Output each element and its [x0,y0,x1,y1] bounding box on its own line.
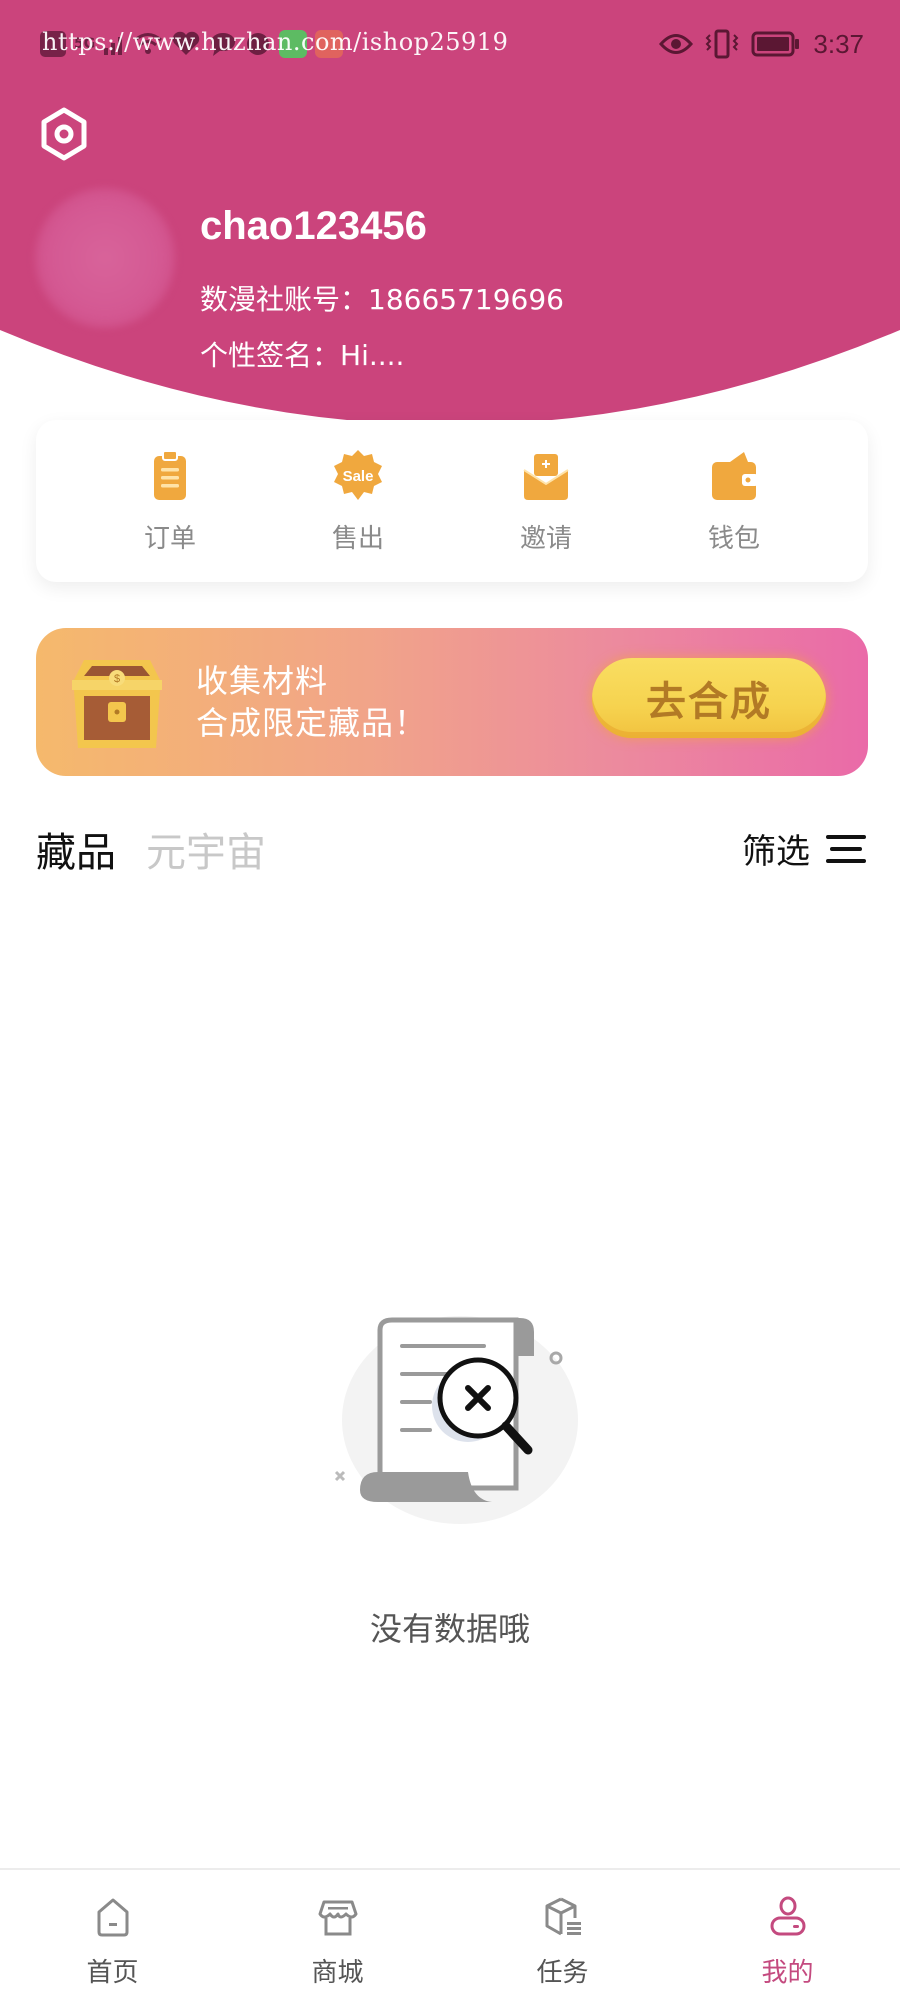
svg-text:$: $ [114,673,120,685]
nav-label: 我的 [761,1958,814,1988]
signature-text: Hi.... [340,339,405,372]
eye-icon [659,34,694,54]
signature-label: 个性签名： [200,339,341,372]
nav-label: 商城 [311,1958,364,1988]
settings-icon [41,107,87,161]
task-box-icon [545,1897,581,1936]
banner-text: 收集材料 合成限定藏品！ [196,660,427,744]
nav-label: 首页 [86,1958,139,1988]
go-compose-button[interactable]: 去合成 [592,658,826,738]
quick-action-label: 邀请 [519,523,572,554]
profile-icon [770,1896,805,1936]
wallet-icon [712,451,758,500]
filter-label: 筛选 [742,832,810,872]
status-icons-right: 3:37 [659,22,864,66]
account-line: 数漫社账号：18665719696 [200,278,564,318]
clock: 3:37 [813,28,864,59]
filter-button[interactable]: 筛选 [742,824,868,873]
status-bar: 5G https://www.huzhan.com/ishop25919 3:3… [0,22,900,66]
treasure-chest-icon: $ [72,660,162,748]
battery-icon [751,31,800,57]
quick-action-invite[interactable]: 邀请 [486,448,606,555]
filter-lines-icon [826,834,866,863]
quick-action-label: 售出 [331,523,384,554]
avatar[interactable] [35,188,175,328]
store-icon [318,1900,357,1936]
nav-profile[interactable]: 我的 [675,1870,900,2000]
quick-action-wallet[interactable]: 钱包 [674,448,794,555]
banner-line-2: 合成限定藏品！ [196,704,428,742]
empty-state-message: 没有数据哦 [369,1610,530,1648]
nav-home[interactable]: 首页 [0,1870,225,2000]
tab-metaverse[interactable]: 元宇宙 [146,820,266,878]
quick-action-label: 订单 [143,523,196,554]
nav-tasks[interactable]: 任务 [450,1870,675,2000]
account-number: 18665719696 [368,283,564,316]
banner-line-1: 收集材料 [196,662,329,700]
nav-store[interactable]: 商城 [225,1870,450,2000]
settings-button[interactable] [36,106,92,162]
order-clipboard-icon [154,449,186,500]
nav-label: 任务 [536,1958,589,1988]
profile-header: 5G https://www.huzhan.com/ishop25919 3:3… [0,0,900,440]
invite-envelope-icon [523,453,569,500]
signature-line: 个性签名：Hi.... [200,334,404,374]
quick-action-label: 钱包 [707,523,760,554]
url-watermark: https://www.huzhan.com/ishop25919 [42,28,509,56]
compose-banner[interactable]: $ 收集材料 合成限定藏品！ 去合成 [36,628,868,776]
username: chao123456 [200,204,427,248]
vibrate-icon [705,29,739,59]
quick-action-orders[interactable]: 订单 [110,448,230,555]
quick-action-sold[interactable]: Sale 售出 [298,448,418,555]
svg-text:Sale: Sale [343,468,374,485]
home-icon [97,1898,128,1937]
collection-tabs: 藏品 元宇宙 筛选 [36,820,868,882]
empty-search-illustration [334,1316,578,1524]
account-label: 数漫社账号： [200,283,369,316]
quick-actions-card: 订单 Sale 售出 邀请 钱包 [36,420,868,582]
sale-badge-icon: Sale [334,449,382,500]
tab-collectibles[interactable]: 藏品 [36,820,116,878]
bottom-nav: 首页 商城 任务 我的 [0,1868,900,2000]
